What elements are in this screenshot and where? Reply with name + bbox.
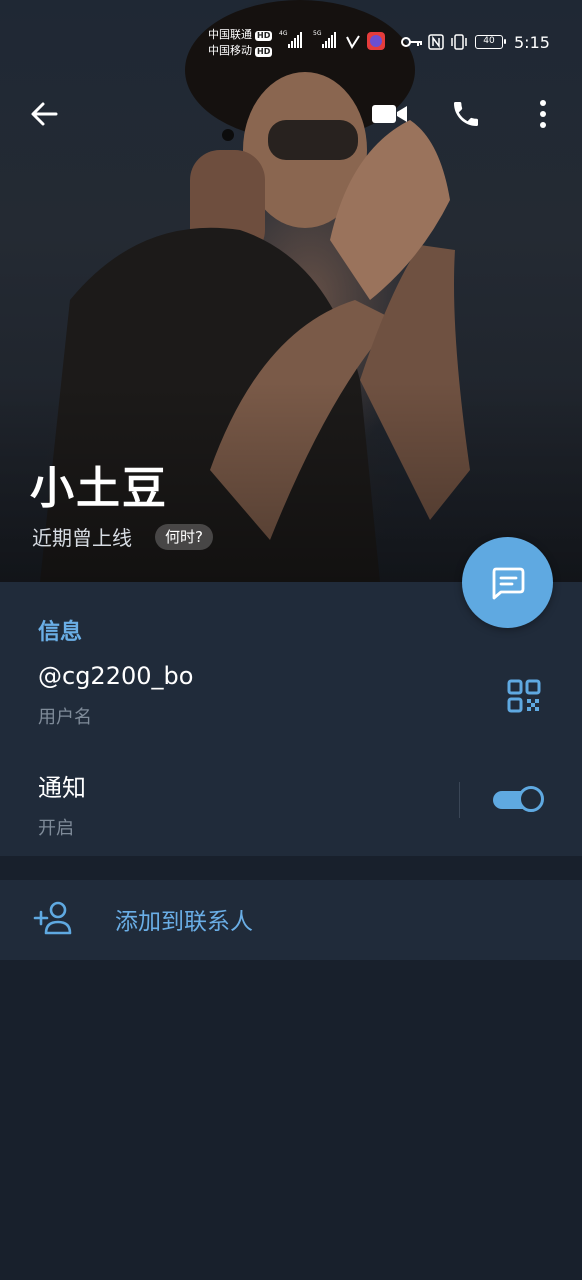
notifications-label: 通知 [38,774,86,802]
divider [459,782,460,818]
app-notification-icon [367,32,385,50]
nfc-icon [428,34,444,50]
video-camera-icon [372,105,407,123]
battery-icon: 40 [475,35,506,49]
more-options-button[interactable] [517,88,569,140]
network-type-label: 4G [279,30,288,37]
send-message-button[interactable] [462,537,553,628]
back-button[interactable] [18,88,70,140]
username-value: @cg2200_bo [38,662,194,690]
last-seen-when-button[interactable]: 何时? [155,524,213,550]
hd-badge: HD [255,47,273,57]
add-user-icon [33,901,72,935]
notifications-toggle[interactable] [493,786,545,812]
status-bar: 中国联通 HD 中国移动 HD 4G 5G 40 5:15 [0,0,582,86]
signal-icon: 4G [279,30,302,48]
carrier-2: 中国移动 [208,44,252,57]
toggle-knob [518,786,544,812]
phone-icon [454,102,478,126]
more-vertical-icon [540,100,546,128]
vibrate-icon [451,34,467,50]
carrier-info: 中国联通 HD 中国移动 HD [208,27,273,59]
notifications-value: 开启 [38,818,74,839]
network-type-label: 5G [313,30,322,37]
clock: 5:15 [514,33,550,52]
key-icon [401,37,422,47]
username-caption: 用户名 [38,707,92,728]
arrow-left-icon [31,102,58,126]
last-seen-status: 近期曾上线 [32,526,132,550]
video-call-button[interactable] [364,88,416,140]
hd-badge: HD [255,31,273,41]
vpn-icon [346,35,360,50]
profile-name: 小土豆 [30,463,168,514]
add-to-contacts-label[interactable]: 添加到联系人 [115,902,253,936]
chat-message-icon [492,567,524,599]
qr-code-icon[interactable] [502,674,546,718]
carrier-1: 中国联通 [208,28,252,41]
voice-call-button[interactable] [440,88,492,140]
info-section-title: 信息 [38,620,83,645]
add-to-contacts-row[interactable] [0,880,582,960]
signal-icon: 5G [313,30,336,48]
